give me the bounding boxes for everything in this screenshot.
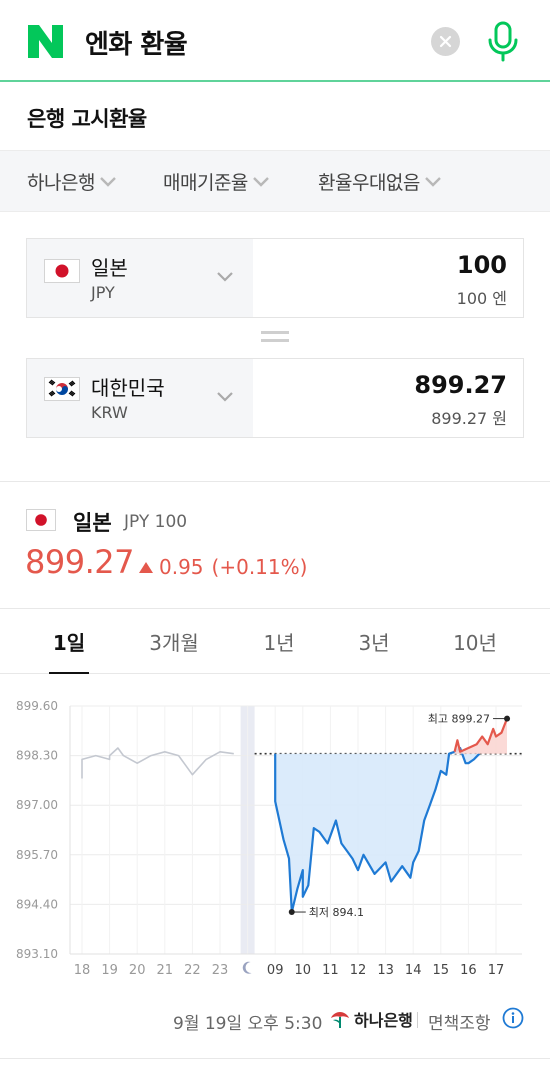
info-icon[interactable] — [502, 1007, 524, 1029]
x-tick-label: 17 — [488, 963, 505, 978]
currency-select-to[interactable]: 대한민국 KRW — [27, 359, 253, 437]
footer-separator — [417, 1012, 418, 1028]
microphone-icon[interactable] — [486, 21, 520, 63]
x-tick-label: 11 — [322, 963, 339, 978]
x-tick-label: 09 — [267, 963, 284, 978]
x-tick-label: 13 — [377, 963, 394, 978]
disclaimer-link[interactable]: 면책조항 — [428, 1009, 491, 1034]
search-query[interactable]: 엔화 환율 — [85, 24, 188, 61]
from-currency-code: JPY — [91, 283, 115, 302]
tab-1-day[interactable]: 1일 — [53, 627, 85, 656]
preferential-rate-filter-label: 환율우대없음 — [318, 172, 420, 194]
max-label: 최고 899.27 — [428, 713, 490, 726]
max-point — [504, 715, 511, 722]
from-amount-text: 100 엔 — [456, 289, 507, 308]
y-tick-label: 894.40 — [16, 897, 58, 911]
moon-icon — [242, 961, 252, 974]
y-tick-label: 898.30 — [16, 749, 58, 763]
y-tick-label: 897.00 — [16, 798, 58, 812]
x-tick-label: 19 — [101, 963, 118, 978]
previous-days-line — [81, 747, 234, 779]
up-triangle-icon — [139, 561, 153, 573]
period-tabs: 1일 3개월 1년 3년 10년 — [0, 608, 550, 674]
korea-flag-icon — [44, 377, 80, 401]
currency-select-from[interactable]: 일본 JPY — [27, 239, 253, 317]
rate-type-filter[interactable]: 매매기준율 — [163, 168, 270, 195]
to-currency-name: 대한민국 — [91, 376, 165, 400]
chevron-down-icon — [425, 177, 441, 187]
tab-3-months[interactable]: 3개월 — [149, 627, 199, 656]
x-tick-label: 16 — [460, 963, 477, 978]
divider — [0, 481, 550, 482]
from-amount-input[interactable]: 100 — [457, 251, 507, 279]
x-tick-label: 22 — [184, 963, 201, 978]
section-title: 은행 고시환율 — [27, 107, 147, 131]
x-tick-label: 15 — [433, 963, 450, 978]
filter-row: 하나은행 매매기준율 환율우대없음 — [0, 150, 550, 212]
chevron-down-icon — [100, 177, 116, 187]
rate-code: JPY 100 — [124, 512, 188, 532]
x-tick-label: 20 — [129, 963, 146, 978]
converter-from: 일본 JPY 100 100 엔 — [26, 238, 524, 318]
search-bar: 엔화 환율 — [0, 0, 550, 82]
x-tick-label: 21 — [157, 963, 174, 978]
chevron-down-icon — [217, 272, 233, 282]
bank-filter[interactable]: 하나은행 — [27, 168, 117, 195]
equals-icon — [261, 331, 289, 345]
min-label: 최저 894.1 — [309, 906, 364, 919]
divider — [0, 1058, 550, 1059]
hana-bank-logo-icon: 하나은행 — [329, 1007, 413, 1031]
rate-timestamp: 9월 19일 오후 5:30 — [173, 1014, 323, 1034]
tab-10-years[interactable]: 10년 — [453, 627, 497, 656]
y-tick-label: 899.60 — [16, 699, 58, 713]
rate-value: 899.27 — [25, 543, 134, 581]
rate-change-value: 0.95 — [159, 555, 204, 579]
from-currency-name: 일본 — [91, 256, 128, 280]
today-below-baseline-area — [275, 748, 480, 912]
bank-name: 하나은행 — [354, 1011, 413, 1030]
rate-type-filter-label: 매매기준율 — [163, 172, 248, 194]
preferential-rate-filter[interactable]: 환율우대없음 — [318, 168, 442, 195]
active-tab-indicator — [49, 672, 89, 674]
converter-to: 대한민국 KRW 899.27 899.27 원 — [26, 358, 524, 438]
y-tick-label: 893.10 — [16, 947, 58, 961]
y-tick-label: 895.70 — [16, 848, 58, 862]
chevron-down-icon — [253, 177, 269, 187]
japan-flag-icon — [26, 509, 56, 531]
tab-3-years[interactable]: 3년 — [358, 627, 389, 656]
rate-country: 일본 — [73, 511, 112, 535]
bank-filter-label: 하나은행 — [27, 172, 95, 194]
x-tick-label: 14 — [405, 963, 422, 978]
x-tick-label: 12 — [350, 963, 367, 978]
clear-icon[interactable] — [431, 27, 460, 56]
rate-change-percent: (+0.11%) — [211, 555, 308, 579]
to-amount-input[interactable]: 899.27 — [414, 371, 507, 399]
x-tick-label: 23 — [212, 963, 229, 978]
rate-change: 0.95 (+0.11%) — [139, 555, 307, 579]
min-point — [288, 909, 295, 916]
tab-1-year[interactable]: 1년 — [263, 627, 294, 656]
chevron-down-icon — [217, 392, 233, 402]
x-tick-label: 18 — [74, 963, 91, 978]
to-currency-code: KRW — [91, 403, 128, 422]
japan-flag-icon — [44, 259, 80, 283]
naver-logo-icon[interactable] — [28, 25, 63, 58]
exchange-rate-chart: 899.60 898.30 897.00 895.70 894.40 893.10 18 19… — [16, 699, 522, 978]
x-tick-label: 10 — [295, 963, 312, 978]
to-amount-text: 899.27 원 — [431, 409, 507, 428]
